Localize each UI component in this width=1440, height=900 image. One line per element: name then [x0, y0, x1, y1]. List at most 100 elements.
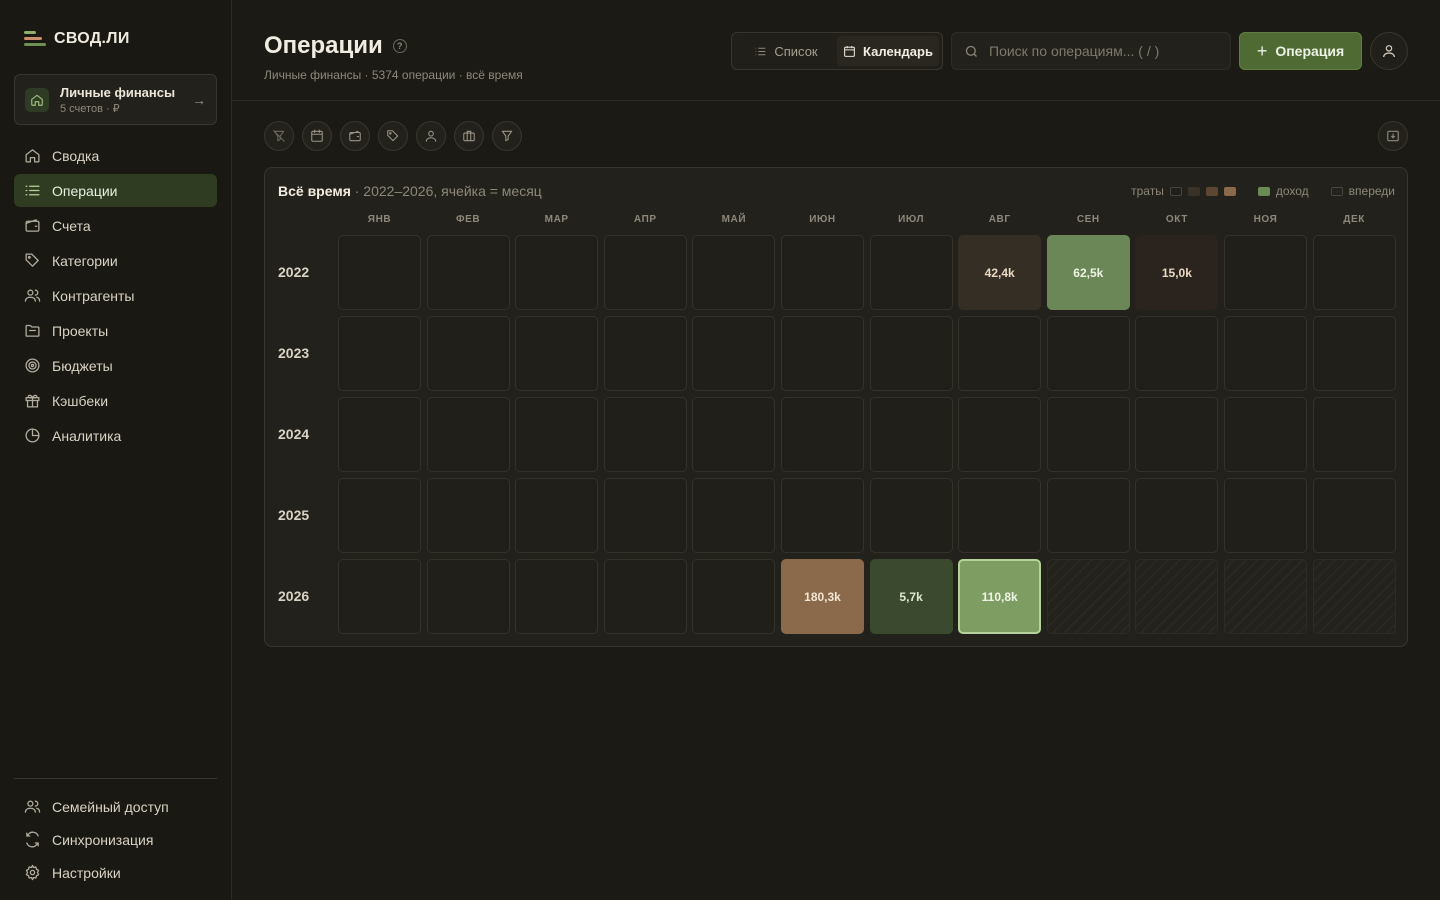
legend-income-label: доход — [1275, 184, 1309, 198]
calendar-cell[interactable]: 62,5k — [1046, 235, 1130, 310]
calendar-cell[interactable] — [426, 316, 510, 391]
sidebar-item-5[interactable]: Проекты — [14, 314, 217, 347]
calendar-cell[interactable] — [515, 235, 599, 310]
main-content: Операции ? Личные финансы · 5374 операци… — [232, 0, 1440, 900]
calendar-cell[interactable] — [692, 559, 776, 634]
calendar-cell[interactable] — [1135, 478, 1219, 553]
calendar-cell[interactable] — [869, 397, 953, 472]
calendar-cell[interactable] — [515, 478, 599, 553]
calendar-cell[interactable] — [1224, 478, 1307, 553]
calendar-cell[interactable] — [603, 559, 687, 634]
filter-button-tag[interactable] — [378, 121, 408, 151]
calendar-cell[interactable] — [1046, 397, 1130, 472]
view-list-button[interactable]: Список — [735, 36, 837, 66]
calendar-cell[interactable] — [869, 478, 953, 553]
sidebar-item-label: Аналитика — [52, 427, 122, 444]
calendar-cell[interactable] — [869, 235, 953, 310]
tag-icon — [387, 130, 399, 142]
calendar-cell[interactable] — [1312, 316, 1396, 391]
filter-button-calendar[interactable] — [302, 121, 332, 151]
calendar-cell[interactable] — [426, 559, 510, 634]
user-avatar-button[interactable] — [1370, 32, 1408, 70]
calendar-cell[interactable] — [869, 316, 953, 391]
calendar-cell[interactable] — [1046, 316, 1130, 391]
calendar-cell[interactable] — [692, 316, 776, 391]
calendar-cell[interactable] — [603, 316, 687, 391]
month-header: МАР — [544, 214, 569, 225]
calendar-cell[interactable] — [603, 397, 687, 472]
calendar-cell[interactable] — [1224, 397, 1307, 472]
workspace-switcher[interactable]: Личные финансы 5 счетов · ₽ → — [14, 74, 217, 125]
sidebar-item-0[interactable]: Сводка — [14, 139, 217, 172]
help-icon[interactable]: ? — [392, 39, 407, 53]
calendar-cell[interactable]: 110,8k — [958, 559, 1042, 634]
filter-button-wallet[interactable] — [340, 121, 370, 151]
view-list-label: Список — [774, 43, 818, 59]
calendar-cell[interactable] — [781, 397, 864, 472]
legend-spend-swatch-2 — [1187, 186, 1200, 196]
calendar-cell[interactable] — [1135, 316, 1219, 391]
target-icon — [25, 358, 40, 373]
calendar-cell[interactable] — [1224, 316, 1307, 391]
calendar-cell[interactable] — [338, 478, 421, 553]
logo[interactable]: СВОД.ЛИ — [24, 30, 130, 48]
calendar-cell[interactable] — [692, 478, 776, 553]
calendar-cell[interactable] — [692, 235, 776, 310]
calendar-cell[interactable] — [426, 397, 510, 472]
calendar-cell[interactable]: 180,3k — [781, 559, 864, 634]
calendar-cell[interactable] — [515, 316, 599, 391]
calendar-cell[interactable] — [426, 235, 510, 310]
calendar-cell[interactable] — [603, 478, 687, 553]
filter-button-user[interactable] — [416, 121, 446, 151]
calendar-cell[interactable] — [338, 316, 421, 391]
sidebar-item-7[interactable]: Кэшбеки — [14, 384, 217, 417]
calendar-cell[interactable] — [781, 235, 864, 310]
filter-button-filter[interactable] — [492, 121, 522, 151]
view-calendar-button[interactable]: Календарь — [837, 36, 939, 66]
calendar-cell[interactable] — [1312, 478, 1396, 553]
calendar-cell[interactable] — [515, 559, 599, 634]
filter-icon — [501, 130, 513, 142]
add-operation-button[interactable]: + Операция — [1239, 32, 1362, 70]
sidebar-item-3[interactable]: Категории — [14, 244, 217, 277]
export-button[interactable] — [1378, 121, 1408, 151]
calendar-cell[interactable] — [958, 478, 1042, 553]
sync-icon — [26, 831, 39, 848]
calendar-cell[interactable]: 5,7k — [869, 559, 953, 634]
wallet-icon — [349, 130, 361, 142]
calendar-cell[interactable] — [1046, 478, 1130, 553]
calendar-cell[interactable] — [781, 316, 864, 391]
calendar-cell[interactable] — [1312, 235, 1396, 310]
sidebar-nav-bottom: Семейный доступ Синхронизация Настройки — [14, 778, 217, 890]
calendar-cell[interactable] — [603, 235, 687, 310]
calendar-cell[interactable] — [426, 478, 510, 553]
calendar-cell[interactable] — [338, 235, 421, 310]
calendar-cell[interactable] — [515, 397, 599, 472]
calendar-cell[interactable] — [338, 559, 421, 634]
workspace-title: Личные финансы — [60, 84, 176, 100]
month-header: ДЕК — [1343, 214, 1365, 225]
sidebar-item-2[interactable]: Счета — [14, 209, 217, 242]
sidebar-bottom-item-0[interactable]: Семейный доступ — [14, 791, 217, 822]
search-input[interactable] — [989, 43, 1219, 59]
legend-spend-swatch-3 — [1205, 186, 1218, 196]
sidebar-item-1[interactable]: Операции — [14, 174, 217, 207]
add-operation-label: Операция — [1275, 43, 1345, 59]
calendar-cell[interactable] — [338, 397, 421, 472]
calendar-cell[interactable] — [1135, 397, 1219, 472]
filter-button-briefcase[interactable] — [454, 121, 484, 151]
calendar-cell[interactable] — [1224, 235, 1307, 310]
sidebar-item-6[interactable]: Бюджеты — [14, 349, 217, 382]
calendar-cell[interactable] — [958, 316, 1042, 391]
calendar-cell[interactable]: 42,4k — [958, 235, 1042, 310]
calendar-cell[interactable] — [781, 478, 864, 553]
sidebar-bottom-item-1[interactable]: Синхронизация — [14, 824, 217, 855]
calendar-cell[interactable] — [1312, 397, 1396, 472]
sidebar-item-4[interactable]: Контрагенты — [14, 279, 217, 312]
sidebar-item-8[interactable]: Аналитика — [14, 419, 217, 452]
sidebar-bottom-item-2[interactable]: Настройки — [14, 857, 217, 888]
calendar-cell[interactable] — [958, 397, 1042, 472]
calendar-cell[interactable]: 15,0k — [1135, 235, 1219, 310]
calendar-cell[interactable] — [692, 397, 776, 472]
filter-button-funnel-off[interactable] — [264, 121, 294, 151]
